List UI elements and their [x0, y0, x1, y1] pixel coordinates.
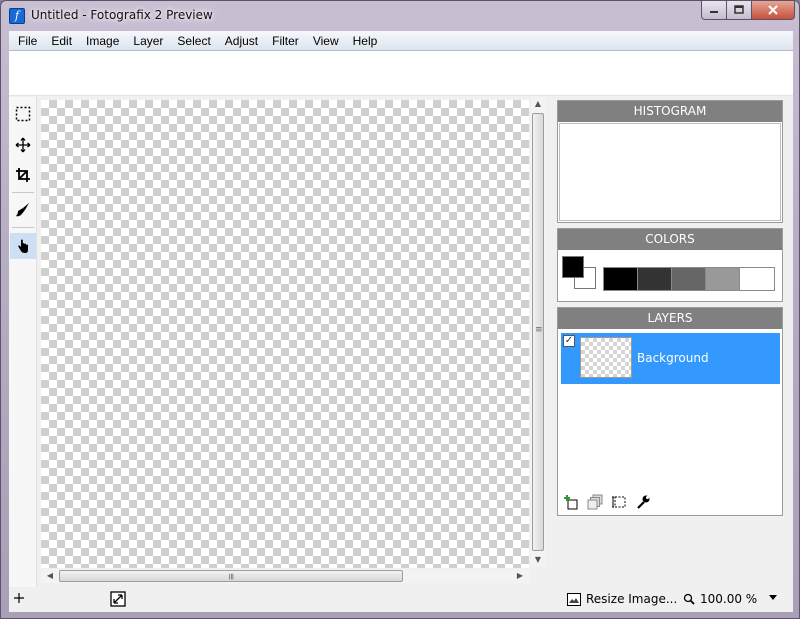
layer-settings-button[interactable]: [634, 493, 652, 511]
title-bar[interactable]: f Untitled - Fotografix 2 Preview: [1, 1, 799, 31]
tool-separator: [12, 227, 34, 228]
layer-thumbnail: [580, 337, 632, 378]
palette-swatch[interactable]: [706, 268, 740, 290]
menu-help[interactable]: Help: [346, 31, 385, 51]
palette-swatch[interactable]: [604, 268, 638, 290]
scroll-right-icon[interactable]: ▶: [513, 571, 527, 580]
hand-pan-icon: [18, 239, 28, 253]
color-palette: [603, 267, 775, 291]
histogram-panel: HISTOGRAM: [557, 100, 783, 223]
duplicate-layer-icon: [587, 494, 603, 510]
maximize-button[interactable]: [727, 1, 752, 20]
vertical-scroll-thumb[interactable]: ≡: [532, 113, 544, 551]
caption-buttons: [701, 1, 795, 21]
layer-name: Background: [637, 351, 709, 365]
palette-swatch[interactable]: [672, 268, 706, 290]
colors-panel: COLORS: [557, 228, 783, 302]
primary-color-swatch[interactable]: [562, 256, 584, 278]
scroll-up-icon[interactable]: ▲: [531, 99, 545, 108]
tool-crop[interactable]: [10, 162, 36, 188]
layer-item-background[interactable]: ✓ Background: [561, 333, 780, 384]
layer-settings-icon: [637, 495, 650, 509]
palette-swatch[interactable]: [638, 268, 672, 290]
menu-layer[interactable]: Layer: [126, 31, 170, 51]
window-title: Untitled - Fotografix 2 Preview: [31, 8, 213, 22]
crosshair-icon: [14, 593, 24, 603]
colors-panel-title: COLORS: [558, 229, 782, 250]
horizontal-scroll-thumb[interactable]: ≡: [59, 570, 403, 582]
cursor-position-indicator: [13, 592, 25, 604]
zoom-icon: [683, 593, 695, 605]
histogram-panel-title: HISTOGRAM: [558, 101, 782, 122]
menu-bar: File Edit Image Layer Select Adjust Filt…: [9, 31, 793, 51]
status-bar: Resize Image... 100.00 %: [9, 587, 793, 612]
resize-image-icon: [567, 592, 581, 606]
move-icon: [15, 137, 31, 153]
menu-image[interactable]: Image: [79, 31, 126, 51]
tools-palette: [9, 97, 37, 587]
app-icon: f: [9, 8, 25, 24]
maximize-icon: [734, 5, 744, 14]
rectangle-select-icon: [15, 106, 31, 122]
zoom-dropdown-button[interactable]: [769, 595, 777, 601]
tool-separator: [12, 192, 34, 193]
menu-select[interactable]: Select: [170, 31, 217, 51]
zoom-control[interactable]: 100.00 %: [683, 592, 757, 606]
layer-properties-button[interactable]: [610, 493, 628, 511]
scroll-left-icon[interactable]: ◀: [43, 571, 57, 580]
layers-panel: LAYERS ✓ Background: [557, 307, 783, 516]
layers-panel-title: LAYERS: [558, 308, 782, 329]
grip-icon: ≡: [535, 325, 543, 335]
options-bar: [9, 51, 793, 96]
tool-paint-brush[interactable]: [10, 197, 36, 223]
vertical-scrollbar[interactable]: ▲ ≡ ▼: [531, 97, 545, 567]
image-canvas[interactable]: [41, 100, 529, 568]
app-window: f Untitled - Fotografix 2 Preview File E…: [0, 0, 800, 619]
layer-properties-icon: [612, 496, 626, 508]
add-layer-icon: [564, 495, 578, 510]
scroll-down-icon[interactable]: ▼: [531, 555, 545, 564]
menu-adjust[interactable]: Adjust: [218, 31, 265, 51]
resize-image-label: Resize Image...: [586, 592, 678, 606]
chevron-down-icon: [769, 595, 777, 600]
tool-rectangle-select[interactable]: [10, 101, 36, 127]
menu-view[interactable]: View: [306, 31, 346, 51]
add-layer-button[interactable]: [562, 493, 580, 511]
client-area: ▲ ≡ ▼ ◀ ≡ ▶ HISTOGRAM COLORS LAYERS ✓ Ba…: [9, 51, 793, 612]
minimize-icon: [710, 11, 718, 13]
crop-icon: [16, 168, 30, 182]
close-icon: [768, 5, 778, 15]
palette-swatch[interactable]: [740, 268, 774, 290]
fit-window-icon: [110, 591, 126, 607]
resize-image-button[interactable]: Resize Image...: [567, 592, 677, 606]
menu-edit[interactable]: Edit: [44, 31, 79, 51]
menu-filter[interactable]: Filter: [265, 31, 306, 51]
fit-window-button[interactable]: [110, 591, 126, 607]
tool-hand-pan[interactable]: [10, 233, 36, 259]
histogram-display: [559, 123, 781, 221]
layer-toolbar: [562, 493, 652, 511]
layer-visibility-checkbox[interactable]: ✓: [563, 335, 575, 347]
paint-brush-icon: [16, 203, 29, 217]
duplicate-layer-button[interactable]: [586, 493, 604, 511]
menu-file[interactable]: File: [11, 31, 44, 51]
minimize-button[interactable]: [701, 1, 727, 20]
zoom-value: 100.00 %: [700, 592, 758, 606]
horizontal-scrollbar[interactable]: ◀ ≡ ▶: [41, 569, 529, 583]
grip-icon: ≡: [225, 572, 236, 581]
close-button[interactable]: [752, 1, 795, 20]
tool-move[interactable]: [10, 132, 36, 158]
